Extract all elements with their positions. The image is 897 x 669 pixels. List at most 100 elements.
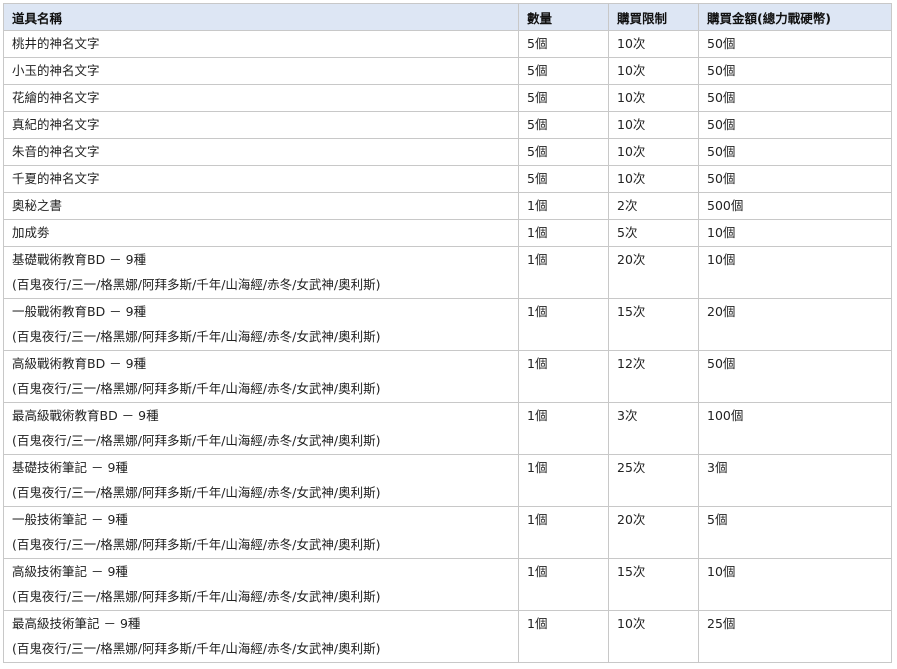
item-variants: (百鬼夜行/三一/格黑娜/阿拜多斯/千年/山海經/赤冬/女武神/奧利斯) — [12, 485, 381, 500]
price-cell: 10個 — [698, 558, 892, 611]
table-row: 基礎技術筆記 － 9種 (百鬼夜行/三一/格黑娜/阿拜多斯/千年/山海經/赤冬/女… — [3, 454, 892, 507]
table-row: 桃井的神名文字 5個 10次 50個 — [3, 30, 892, 58]
quantity-cell: 1個 — [518, 219, 609, 247]
item-name-cell: 奧秘之書 — [3, 192, 519, 220]
item-name-cell: 一般戰術教育BD － 9種 (百鬼夜行/三一/格黑娜/阿拜多斯/千年/山海經/赤冬… — [3, 298, 519, 351]
purchase-limit-cell: 12次 — [608, 350, 699, 403]
purchase-limit-cell: 10次 — [608, 138, 699, 166]
purchase-limit-cell: 5次 — [608, 219, 699, 247]
item-name-cell: 高級技術筆記 － 9種 (百鬼夜行/三一/格黑娜/阿拜多斯/千年/山海經/赤冬/女… — [3, 558, 519, 611]
table-row: 真紀的神名文字 5個 10次 50個 — [3, 111, 892, 139]
quantity-cell: 1個 — [518, 558, 609, 611]
item-name: 基礎戰術教育BD － 9種 — [12, 252, 147, 267]
header-purchase-limit: 購買限制 — [608, 3, 699, 31]
price-cell: 100個 — [698, 402, 892, 455]
item-name-cell: 花繪的神名文字 — [3, 84, 519, 112]
quantity-cell: 1個 — [518, 192, 609, 220]
table-row: 最高級技術筆記 － 9種 (百鬼夜行/三一/格黑娜/阿拜多斯/千年/山海經/赤冬/… — [3, 610, 892, 663]
item-variants: (百鬼夜行/三一/格黑娜/阿拜多斯/千年/山海經/赤冬/女武神/奧利斯) — [12, 589, 381, 604]
table-row: 基礎戰術教育BD － 9種 (百鬼夜行/三一/格黑娜/阿拜多斯/千年/山海經/赤冬… — [3, 246, 892, 299]
purchase-limit-cell: 3次 — [608, 402, 699, 455]
purchase-limit-cell: 20次 — [608, 506, 699, 559]
item-name: 最高級戰術教育BD － 9種 — [12, 408, 159, 423]
purchase-limit-cell: 2次 — [608, 192, 699, 220]
price-cell: 50個 — [698, 111, 892, 139]
price-cell: 3個 — [698, 454, 892, 507]
table-body: 桃井的神名文字 5個 10次 50個 小玉的神名文字 5個 10次 50個 花繪的神名文字 5個 1… — [3, 30, 892, 663]
item-variants: (百鬼夜行/三一/格黑娜/阿拜多斯/千年/山海經/赤冬/女武神/奧利斯) — [12, 277, 381, 292]
quantity-cell: 5個 — [518, 111, 609, 139]
quantity-cell: 5個 — [518, 84, 609, 112]
item-name-cell: 一般技術筆記 － 9種 (百鬼夜行/三一/格黑娜/阿拜多斯/千年/山海經/赤冬/女… — [3, 506, 519, 559]
quantity-cell: 5個 — [518, 57, 609, 85]
item-variants: (百鬼夜行/三一/格黑娜/阿拜多斯/千年/山海經/赤冬/女武神/奧利斯) — [12, 329, 381, 344]
quantity-cell: 1個 — [518, 246, 609, 299]
item-name-cell: 高級戰術教育BD － 9種 (百鬼夜行/三一/格黑娜/阿拜多斯/千年/山海經/赤冬… — [3, 350, 519, 403]
header-item-name: 道具名稱 — [3, 3, 519, 31]
item-name-cell: 基礎戰術教育BD － 9種 (百鬼夜行/三一/格黑娜/阿拜多斯/千年/山海經/赤冬… — [3, 246, 519, 299]
table-row: 朱音的神名文字 5個 10次 50個 — [3, 138, 892, 166]
table-row: 高級戰術教育BD － 9種 (百鬼夜行/三一/格黑娜/阿拜多斯/千年/山海經/赤冬… — [3, 350, 892, 403]
purchase-limit-cell: 20次 — [608, 246, 699, 299]
price-cell: 5個 — [698, 506, 892, 559]
table-row: 最高級戰術教育BD － 9種 (百鬼夜行/三一/格黑娜/阿拜多斯/千年/山海經/赤… — [3, 402, 892, 455]
shop-table-container: 道具名稱 數量 購買限制 購買金額(總力戰硬幣) 桃井的神名文字 5個 10次 50個… — [0, 0, 897, 663]
table-row: 千夏的神名文字 5個 10次 50個 — [3, 165, 892, 193]
table-row: 一般戰術教育BD － 9種 (百鬼夜行/三一/格黑娜/阿拜多斯/千年/山海經/赤冬… — [3, 298, 892, 351]
item-name-cell: 最高級戰術教育BD － 9種 (百鬼夜行/三一/格黑娜/阿拜多斯/千年/山海經/赤… — [3, 402, 519, 455]
item-variants: (百鬼夜行/三一/格黑娜/阿拜多斯/千年/山海經/赤冬/女武神/奧利斯) — [12, 381, 381, 396]
purchase-limit-cell: 10次 — [608, 84, 699, 112]
purchase-limit-cell: 10次 — [608, 165, 699, 193]
table-row: 花繪的神名文字 5個 10次 50個 — [3, 84, 892, 112]
item-name: 高級戰術教育BD － 9種 — [12, 356, 147, 371]
quantity-cell: 1個 — [518, 506, 609, 559]
quantity-cell: 1個 — [518, 402, 609, 455]
price-cell: 25個 — [698, 610, 892, 663]
item-name: 一般戰術教育BD － 9種 — [12, 304, 147, 319]
price-cell: 20個 — [698, 298, 892, 351]
header-price: 購買金額(總力戰硬幣) — [698, 3, 892, 31]
purchase-limit-cell: 15次 — [608, 298, 699, 351]
item-variants: (百鬼夜行/三一/格黑娜/阿拜多斯/千年/山海經/赤冬/女武神/奧利斯) — [12, 433, 381, 448]
quantity-cell: 1個 — [518, 610, 609, 663]
item-name-cell: 小玉的神名文字 — [3, 57, 519, 85]
quantity-cell: 1個 — [518, 454, 609, 507]
item-name-cell: 基礎技術筆記 － 9種 (百鬼夜行/三一/格黑娜/阿拜多斯/千年/山海經/赤冬/女… — [3, 454, 519, 507]
header-quantity: 數量 — [518, 3, 609, 31]
item-name: 基礎技術筆記 － 9種 — [12, 460, 128, 475]
purchase-limit-cell: 10次 — [608, 111, 699, 139]
item-name: 高級技術筆記 － 9種 — [12, 564, 128, 579]
item-name-cell: 桃井的神名文字 — [3, 30, 519, 58]
item-name-cell: 千夏的神名文字 — [3, 165, 519, 193]
quantity-cell: 5個 — [518, 165, 609, 193]
header-row: 道具名稱 數量 購買限制 購買金額(總力戰硬幣) — [3, 3, 892, 31]
item-name-cell: 最高級技術筆記 － 9種 (百鬼夜行/三一/格黑娜/阿拜多斯/千年/山海經/赤冬/… — [3, 610, 519, 663]
purchase-limit-cell: 10次 — [608, 57, 699, 85]
item-variants: (百鬼夜行/三一/格黑娜/阿拜多斯/千年/山海經/赤冬/女武神/奧利斯) — [12, 537, 381, 552]
item-variants: (百鬼夜行/三一/格黑娜/阿拜多斯/千年/山海經/赤冬/女武神/奧利斯) — [12, 641, 381, 656]
item-name: 最高級技術筆記 － 9種 — [12, 616, 141, 631]
item-name-cell: 真紀的神名文字 — [3, 111, 519, 139]
price-cell: 50個 — [698, 165, 892, 193]
item-name: 一般技術筆記 － 9種 — [12, 512, 128, 527]
price-cell: 50個 — [698, 84, 892, 112]
price-cell: 500個 — [698, 192, 892, 220]
purchase-limit-cell: 25次 — [608, 454, 699, 507]
shop-items-table: 道具名稱 數量 購買限制 購買金額(總力戰硬幣) 桃井的神名文字 5個 10次 50個… — [3, 3, 892, 663]
purchase-limit-cell: 10次 — [608, 30, 699, 58]
price-cell: 50個 — [698, 350, 892, 403]
table-row: 高級技術筆記 － 9種 (百鬼夜行/三一/格黑娜/阿拜多斯/千年/山海經/赤冬/女… — [3, 558, 892, 611]
quantity-cell: 1個 — [518, 298, 609, 351]
table-row: 加成劵 1個 5次 10個 — [3, 219, 892, 247]
price-cell: 10個 — [698, 246, 892, 299]
quantity-cell: 5個 — [518, 138, 609, 166]
price-cell: 50個 — [698, 57, 892, 85]
table-header: 道具名稱 數量 購買限制 購買金額(總力戰硬幣) — [3, 3, 892, 31]
item-name-cell: 朱音的神名文字 — [3, 138, 519, 166]
table-row: 奧秘之書 1個 2次 500個 — [3, 192, 892, 220]
purchase-limit-cell: 10次 — [608, 610, 699, 663]
item-name-cell: 加成劵 — [3, 219, 519, 247]
price-cell: 50個 — [698, 30, 892, 58]
quantity-cell: 1個 — [518, 350, 609, 403]
quantity-cell: 5個 — [518, 30, 609, 58]
